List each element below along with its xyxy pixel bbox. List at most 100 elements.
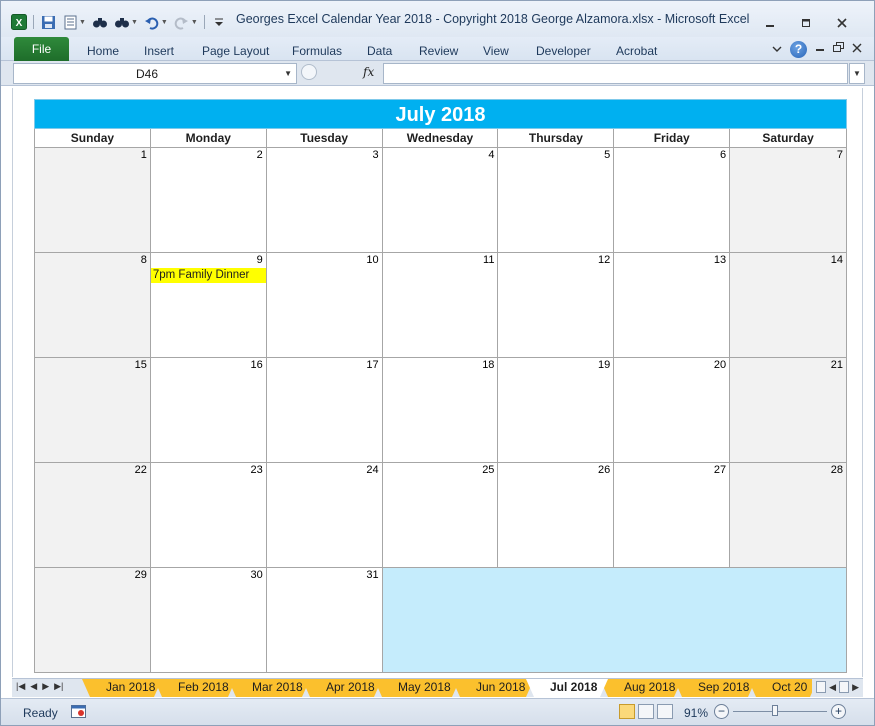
calendar-title[interactable]: July 2018 bbox=[34, 99, 847, 129]
previous-sheet-icon[interactable]: ◀ bbox=[30, 681, 37, 692]
sheet-tab-apr-2018[interactable]: Apr 2018 bbox=[302, 679, 382, 697]
find-icon[interactable] bbox=[92, 14, 108, 30]
page-break-view-icon[interactable] bbox=[657, 704, 673, 719]
day-cell[interactable]: 23 bbox=[150, 463, 267, 568]
tab-file[interactable]: File bbox=[14, 37, 69, 61]
sheet-tab-jul-2018[interactable]: Jul 2018 bbox=[526, 679, 608, 697]
excel-logo-icon[interactable]: X bbox=[11, 14, 27, 30]
day-cell[interactable]: 14 bbox=[730, 253, 848, 358]
weekday-header[interactable]: Sunday bbox=[35, 129, 151, 148]
tab-split-handle[interactable] bbox=[816, 681, 827, 693]
day-cell[interactable]: 3 bbox=[266, 148, 383, 253]
form-icon[interactable] bbox=[62, 14, 78, 30]
day-cell[interactable]: 31 bbox=[266, 568, 383, 673]
scroll-right-icon[interactable]: ▶ bbox=[852, 682, 859, 693]
day-cell[interactable]: 24 bbox=[266, 463, 383, 568]
sheet-tab-jan-2018[interactable]: Jan 2018 bbox=[82, 679, 162, 697]
sheet-tab-aug-2018[interactable]: Aug 2018 bbox=[600, 679, 682, 697]
zoom-in-button[interactable]: + bbox=[831, 704, 846, 719]
chevron-down-icon[interactable]: ▼ bbox=[161, 19, 168, 26]
insert-function-button[interactable]: fx bbox=[363, 65, 374, 79]
day-cell[interactable]: 5 bbox=[498, 148, 615, 253]
tab-home[interactable]: Home bbox=[87, 40, 119, 61]
next-sheet-icon[interactable]: ▶ bbox=[42, 681, 49, 692]
scroll-left-icon[interactable]: ◀ bbox=[829, 682, 836, 693]
weekday-header[interactable]: Wednesday bbox=[382, 129, 499, 148]
day-cell[interactable]: 27 bbox=[614, 463, 731, 568]
day-cell[interactable]: 30 bbox=[150, 568, 267, 673]
close-icon[interactable] bbox=[824, 14, 860, 32]
chevron-down-icon[interactable]: ▼ bbox=[79, 19, 86, 26]
minimize-ribbon-icon[interactable] bbox=[772, 42, 782, 56]
help-icon[interactable]: ? bbox=[790, 40, 807, 58]
name-box[interactable]: D46 ▼ bbox=[13, 63, 297, 84]
sheet-tab-feb-2018[interactable]: Feb 2018 bbox=[154, 679, 236, 697]
calendar-event[interactable]: 7pm Family Dinner bbox=[150, 268, 266, 283]
worksheet[interactable]: July 2018 Sunday Monday Tuesday Wednesda… bbox=[12, 88, 863, 677]
day-cell[interactable]: 28 bbox=[730, 463, 848, 568]
sheet-tab-jun-2018[interactable]: Jun 2018 bbox=[452, 679, 534, 697]
tab-review[interactable]: Review bbox=[419, 40, 458, 61]
workbook-minimize-icon[interactable] bbox=[815, 42, 825, 56]
day-cell[interactable]: 6 bbox=[614, 148, 731, 253]
day-cell[interactable]: 17 bbox=[266, 358, 383, 463]
restore-icon[interactable] bbox=[788, 14, 824, 32]
day-cell[interactable]: 25 bbox=[382, 463, 499, 568]
workbook-close-icon[interactable] bbox=[852, 42, 862, 56]
day-cell[interactable]: 13 bbox=[614, 253, 731, 358]
sheet-tab-may-2018[interactable]: May 2018 bbox=[374, 679, 460, 697]
minimize-icon[interactable] bbox=[752, 14, 788, 32]
tab-acrobat[interactable]: Acrobat bbox=[616, 40, 657, 61]
undo-icon[interactable] bbox=[144, 14, 160, 30]
day-cell[interactable]: 1 bbox=[35, 148, 151, 253]
day-cell[interactable]: 16 bbox=[150, 358, 267, 463]
day-cell[interactable]: 22 bbox=[35, 463, 151, 568]
formula-input[interactable] bbox=[383, 63, 848, 84]
normal-view-icon[interactable] bbox=[619, 704, 635, 719]
replace-icon[interactable] bbox=[114, 14, 130, 30]
day-cell[interactable]: 29 bbox=[35, 568, 151, 673]
zoom-level[interactable]: 91% bbox=[684, 706, 708, 720]
day-cell[interactable]: 18 bbox=[382, 358, 499, 463]
last-sheet-icon[interactable]: ▶| bbox=[54, 681, 63, 692]
zoom-out-button[interactable]: − bbox=[714, 704, 729, 719]
chevron-down-icon[interactable]: ▼ bbox=[284, 69, 292, 78]
tab-data[interactable]: Data bbox=[367, 40, 392, 61]
sheet-tab-oct-2018[interactable]: Oct 20 bbox=[748, 679, 812, 697]
macro-record-icon[interactable] bbox=[71, 705, 86, 718]
tab-developer[interactable]: Developer bbox=[536, 40, 591, 61]
zoom-slider-thumb[interactable] bbox=[772, 705, 779, 716]
day-cell[interactable]: 12 bbox=[498, 253, 615, 358]
tab-formulas[interactable]: Formulas bbox=[292, 40, 342, 61]
day-cell[interactable]: 2 bbox=[150, 148, 267, 253]
day-cell[interactable]: 4 bbox=[382, 148, 499, 253]
day-cell[interactable]: 8 bbox=[35, 253, 151, 358]
day-cell[interactable]: 11 bbox=[382, 253, 499, 358]
empty-days-block[interactable] bbox=[382, 568, 847, 673]
sheet-tab-mar-2018[interactable]: Mar 2018 bbox=[228, 679, 310, 697]
chevron-down-icon[interactable]: ▼ bbox=[131, 19, 138, 26]
workbook-restore-icon[interactable] bbox=[833, 42, 844, 56]
first-sheet-icon[interactable]: |◀ bbox=[16, 681, 25, 692]
day-cell[interactable]: 21 bbox=[730, 358, 848, 463]
day-cell[interactable]: 15 bbox=[35, 358, 151, 463]
day-cell[interactable]: 10 bbox=[266, 253, 383, 358]
day-cell[interactable]: 7 bbox=[730, 148, 848, 253]
tab-page-layout[interactable]: Page Layout bbox=[202, 40, 269, 61]
sheet-tab-sep-2018[interactable]: Sep 2018 bbox=[674, 679, 756, 697]
weekday-header[interactable]: Saturday bbox=[730, 129, 848, 148]
page-layout-view-icon[interactable] bbox=[638, 704, 654, 719]
day-cell[interactable]: 9 7pm Family Dinner bbox=[150, 253, 267, 358]
save-icon[interactable] bbox=[40, 14, 56, 30]
weekday-header[interactable]: Monday bbox=[150, 129, 267, 148]
day-cell[interactable]: 19 bbox=[498, 358, 615, 463]
weekday-header[interactable]: Tuesday bbox=[266, 129, 383, 148]
weekday-header[interactable]: Thursday bbox=[498, 129, 615, 148]
scrollbar-thumb[interactable] bbox=[839, 681, 850, 693]
day-cell[interactable]: 20 bbox=[614, 358, 731, 463]
tab-view[interactable]: View bbox=[483, 40, 509, 61]
tab-insert[interactable]: Insert bbox=[144, 40, 174, 61]
expand-formula-bar-icon[interactable]: ▼ bbox=[849, 63, 865, 84]
zoom-slider[interactable] bbox=[733, 705, 827, 716]
weekday-header[interactable]: Friday bbox=[614, 129, 731, 148]
